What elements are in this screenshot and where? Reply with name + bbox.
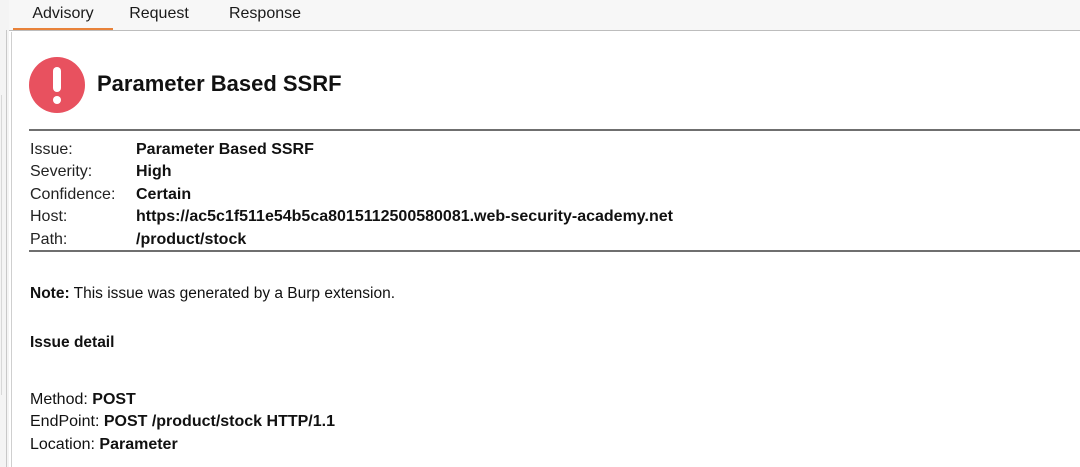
detail-value: POST /product/stock HTTP/1.1 — [103, 413, 335, 431]
divider-top — [29, 129, 1080, 131]
detail-value: Parameter — [99, 435, 178, 453]
property-value: Parameter Based SSRF — [136, 141, 314, 158]
property-label: Confidence: — [30, 185, 116, 203]
tab-request[interactable]: Request — [121, 0, 197, 30]
tab-response[interactable]: Response — [221, 0, 309, 30]
gutter-divider-inner — [1, 95, 2, 395]
issue-detail-heading: Issue detail — [30, 334, 115, 351]
property-issue: Issue: Parameter Based SSRF — [30, 139, 1070, 161]
property-value: /product/stock — [136, 230, 247, 248]
issue-title: Parameter Based SSRF — [97, 71, 342, 96]
detail-label: EndPoint: — [30, 413, 104, 431]
property-value: Certain — [136, 185, 192, 203]
issue-header: Parameter Based SSRF — [29, 57, 929, 113]
exclamation-circle-icon — [29, 57, 85, 113]
detail-value: POST — [92, 391, 136, 408]
issue-detail-list: Method: POST EndPoint: POST /product/sto… — [30, 389, 335, 456]
detail-location: Location: Parameter — [30, 434, 335, 456]
detail-method: Method: POST — [30, 389, 335, 411]
gutter-divider — [6, 30, 7, 467]
note-label: Note: — [30, 285, 70, 302]
note-text: This issue was generated by a Burp exten… — [69, 285, 396, 302]
issue-properties: Issue: Parameter Based SSRF Severity: High… — [30, 139, 1070, 251]
note-line: Note: This issue was generated by a Burp… — [30, 285, 395, 303]
property-value: https://ac5c1f511e54b5ca8015112500580081… — [136, 208, 673, 226]
property-label: Severity: — [30, 163, 93, 181]
property-label: Host: — [30, 208, 68, 226]
property-label: Issue: — [30, 141, 73, 158]
property-severity: Severity: High — [30, 161, 1070, 183]
exclamation-bar — [53, 67, 61, 92]
tab-bar: Advisory Request Response — [9, 0, 1080, 31]
detail-endpoint: EndPoint: POST /product/stock HTTP/1.1 — [30, 411, 335, 433]
advisory-panel: Parameter Based SSRF Issue: Parameter Bas… — [11, 32, 1080, 467]
tab-advisory[interactable]: Advisory — [13, 0, 113, 30]
property-host: Host: https://ac5c1f511e54b5ca80151125005… — [30, 206, 1070, 228]
property-value: High — [136, 163, 172, 181]
property-confidence: Confidence: Certain — [30, 184, 1070, 206]
left-gutter — [0, 0, 9, 467]
property-path: Path: /product/stock — [30, 229, 1070, 251]
detail-label: Method: — [30, 391, 93, 408]
divider-bottom — [29, 250, 1080, 252]
detail-label: Location: — [30, 435, 100, 453]
exclamation-dot — [53, 96, 61, 104]
property-label: Path: — [30, 230, 68, 248]
